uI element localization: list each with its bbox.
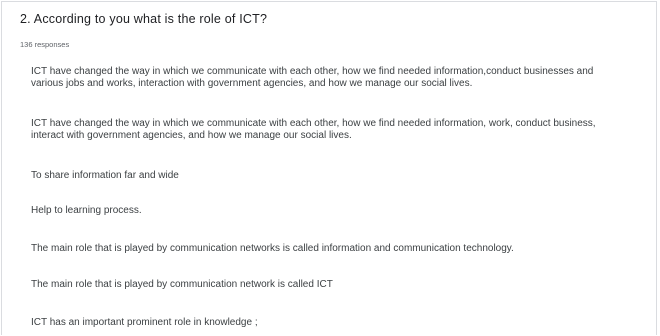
response-item: To share information far and wide	[19, 164, 635, 188]
response-count: 136 responses	[20, 40, 70, 49]
response-item: ICT has an important prominent role in k…	[19, 311, 635, 335]
question-card: 2. According to you what is the role of …	[1, 1, 657, 335]
response-item: ICT have changed the way in which we com…	[19, 60, 635, 96]
response-list[interactable]: ICT have changed the way in which we com…	[19, 60, 635, 335]
response-item: Help to learning process.	[19, 199, 635, 223]
question-title: 2. According to you what is the role of …	[20, 12, 268, 26]
response-item: The main role that is played by communic…	[19, 273, 635, 297]
response-item: ICT have changed the way in which we com…	[19, 112, 635, 148]
response-item: The main role that is played by communic…	[19, 237, 635, 261]
